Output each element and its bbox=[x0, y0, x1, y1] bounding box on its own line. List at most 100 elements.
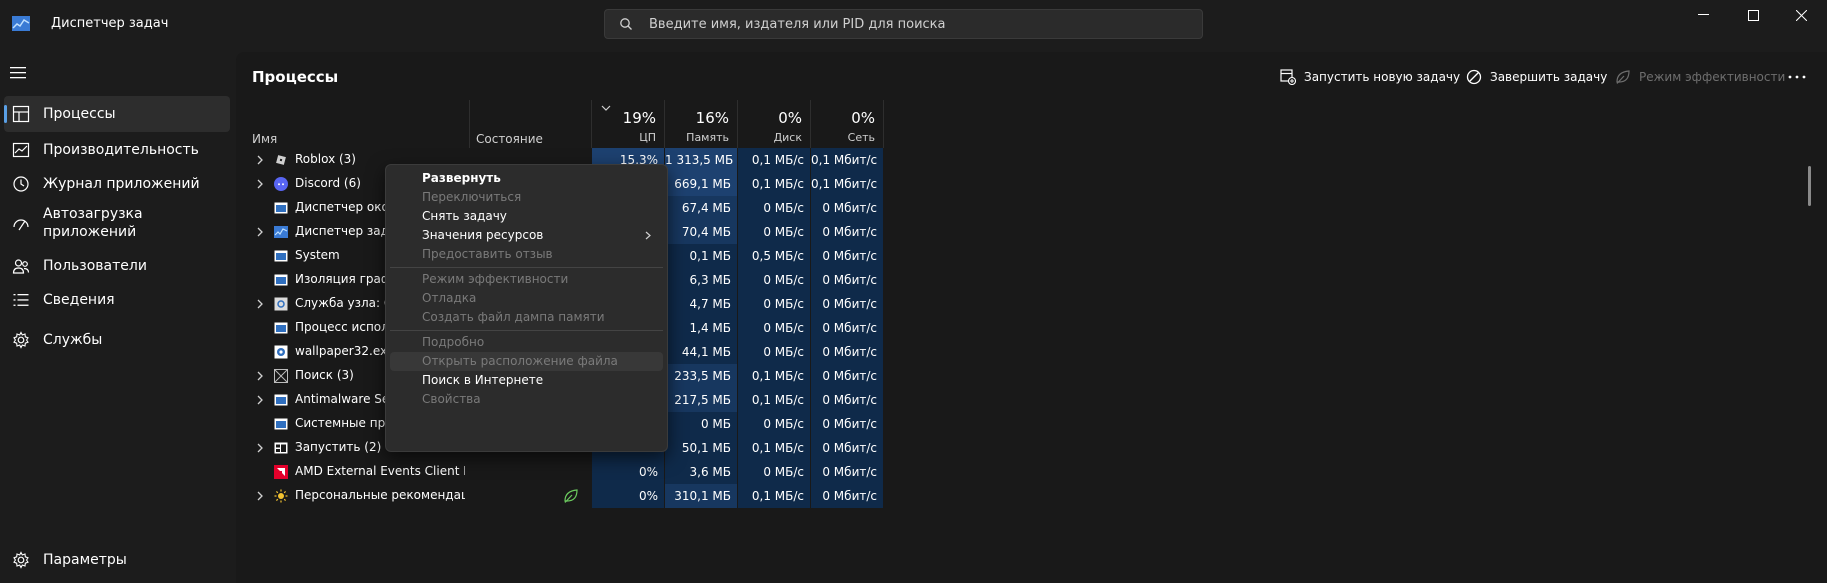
performance-icon bbox=[12, 142, 30, 158]
context-menu-item[interactable]: Открыть расположение файла bbox=[390, 352, 663, 371]
roblox-icon bbox=[276, 155, 286, 165]
search-input[interactable] bbox=[649, 15, 1189, 34]
vertical-scrollbar[interactable] bbox=[1808, 166, 1811, 206]
expand-chevron-icon[interactable] bbox=[256, 491, 264, 501]
context-menu-item-label: Снять задачу bbox=[422, 209, 507, 223]
hamburger-menu-icon[interactable] bbox=[10, 66, 28, 80]
amd-icon bbox=[274, 465, 288, 479]
recommendations-icon bbox=[274, 489, 288, 503]
column-header-memory[interactable]: 16% Память bbox=[665, 100, 737, 148]
context-menu-item[interactable]: Свойства bbox=[390, 390, 663, 409]
sidebar-item-startup[interactable]: Автозагрузка приложений bbox=[4, 202, 230, 246]
expand-chevron-icon[interactable] bbox=[256, 155, 264, 165]
run-new-task-button[interactable]: Запустить новую задачу bbox=[1280, 66, 1460, 88]
active-indicator bbox=[4, 105, 7, 123]
memory-cell: 67,4 МБ bbox=[665, 196, 737, 220]
minimize-icon bbox=[1697, 14, 1709, 15]
column-header-status[interactable]: Состояние bbox=[476, 132, 543, 146]
title-bar: Диспетчер задач bbox=[0, 0, 1827, 48]
end-task-button[interactable]: Завершить задачу bbox=[1466, 66, 1607, 88]
memory-cell: 233,5 МБ bbox=[665, 364, 737, 388]
context-menu-item[interactable]: Значения ресурсов bbox=[390, 226, 663, 245]
menu-separator bbox=[390, 330, 663, 331]
network-label: Сеть bbox=[847, 131, 875, 144]
context-menu: Развернуть Переключиться Снять задачу Значе… bbox=[385, 164, 668, 452]
expand-chevron-icon[interactable] bbox=[256, 371, 264, 381]
memory-cell: 4,7 МБ bbox=[665, 292, 737, 316]
memory-cell: 0 МБ bbox=[665, 412, 737, 436]
expand-chevron-icon[interactable] bbox=[256, 227, 264, 237]
context-menu-item[interactable]: Создать файл дампа памяти bbox=[390, 308, 663, 327]
context-menu-item[interactable]: Предоставить отзыв bbox=[390, 245, 663, 264]
column-header-disk[interactable]: 0% Диск bbox=[738, 100, 810, 148]
context-menu-item[interactable]: Режим эффективности bbox=[390, 270, 663, 289]
context-menu-item-label: Предоставить отзыв bbox=[422, 247, 553, 261]
context-menu-item-label: Развернуть bbox=[422, 171, 501, 185]
run-icon bbox=[274, 442, 288, 454]
context-menu-item-label: Значения ресурсов bbox=[422, 228, 544, 242]
cpu-percent: 19% bbox=[622, 109, 656, 127]
expand-chevron-icon[interactable] bbox=[256, 395, 264, 405]
maximize-button[interactable] bbox=[1730, 0, 1776, 30]
context-menu-item[interactable]: Поиск в Интернете bbox=[390, 371, 663, 390]
disk-cell: 0,1 МБ/с bbox=[738, 388, 810, 412]
window-icon bbox=[274, 322, 288, 334]
column-header-cpu[interactable]: 19% ЦП bbox=[592, 100, 664, 148]
disk-cell: 0,1 МБ/с bbox=[738, 148, 810, 172]
network-cell: 0 Мбит/с bbox=[811, 316, 883, 340]
sidebar-item-processes[interactable]: Процессы bbox=[4, 96, 230, 132]
memory-cell: 6,3 МБ bbox=[665, 268, 737, 292]
disk-cell: 0 МБ/с bbox=[738, 220, 810, 244]
network-cell: 0 Мбит/с bbox=[811, 484, 883, 508]
search-box[interactable] bbox=[604, 9, 1203, 39]
column-divider[interactable] bbox=[469, 100, 470, 148]
memory-cell: 1 313,5 МБ bbox=[665, 148, 737, 172]
window-icon bbox=[274, 202, 288, 214]
memory-cell: 0,1 МБ bbox=[665, 244, 737, 268]
minimize-button[interactable] bbox=[1680, 0, 1726, 30]
sidebar-item-app-history[interactable]: Журнал приложений bbox=[4, 166, 230, 202]
sidebar-item-services[interactable]: Службы bbox=[4, 322, 230, 358]
context-menu-item-label: Подробно bbox=[422, 335, 485, 349]
sidebar-item-details[interactable]: Сведения bbox=[4, 282, 230, 318]
network-cell: 0 Мбит/с bbox=[811, 412, 883, 436]
more-dots-icon bbox=[1788, 75, 1806, 79]
service-host-icon bbox=[274, 297, 288, 311]
disk-cell: 0,1 МБ/с bbox=[738, 172, 810, 196]
context-menu-item-label: Режим эффективности bbox=[422, 272, 569, 286]
context-menu-item[interactable]: Отладка bbox=[390, 289, 663, 308]
more-options-button[interactable] bbox=[1788, 66, 1814, 88]
table-row[interactable]: Персональные рекомендаци... 0%310,1 МБ0,1… bbox=[236, 484, 896, 508]
sidebar-item-users[interactable]: Пользователи bbox=[4, 248, 230, 284]
context-menu-item[interactable]: Подробно bbox=[390, 333, 663, 352]
end-task-label: Завершить задачу bbox=[1490, 70, 1608, 84]
sidebar-item-settings[interactable]: Параметры bbox=[4, 542, 230, 578]
close-button[interactable] bbox=[1778, 0, 1824, 30]
cpu-cell: 0% bbox=[592, 460, 664, 484]
expand-chevron-icon[interactable] bbox=[256, 443, 264, 453]
context-menu-item[interactable]: Переключиться bbox=[390, 188, 663, 207]
disk-cell: 0 МБ/с bbox=[738, 196, 810, 220]
expand-chevron-icon[interactable] bbox=[256, 179, 264, 189]
column-divider[interactable] bbox=[883, 100, 884, 148]
context-menu-item-label: Отладка bbox=[422, 291, 477, 305]
table-row[interactable]: AMD External Events Client M...0%3,6 МБ0… bbox=[236, 460, 896, 484]
efficiency-leaf-icon bbox=[564, 489, 578, 503]
context-menu-item[interactable]: Развернуть bbox=[390, 169, 663, 188]
app-title: Диспетчер задач bbox=[51, 16, 169, 31]
sidebar-item-performance[interactable]: Производительность bbox=[4, 132, 230, 168]
column-header-network[interactable]: 0% Сеть bbox=[811, 100, 883, 148]
network-cell: 0 Мбит/с bbox=[811, 460, 883, 484]
context-menu-item[interactable]: Снять задачу bbox=[390, 207, 663, 226]
memory-cell: 1,4 МБ bbox=[665, 316, 737, 340]
startup-icon bbox=[13, 219, 29, 231]
menu-separator bbox=[390, 267, 663, 268]
process-name: AMD External Events Client M... bbox=[295, 464, 465, 478]
network-cell: 0 Мбит/с bbox=[811, 196, 883, 220]
expand-chevron-icon[interactable] bbox=[256, 299, 264, 309]
disk-label: Диск bbox=[773, 131, 802, 144]
efficiency-mode-button[interactable]: Режим эффективности bbox=[1615, 66, 1785, 88]
column-header-name[interactable]: Имя bbox=[252, 132, 277, 146]
task-manager-icon bbox=[274, 226, 288, 238]
network-cell: 0 Мбит/с bbox=[811, 388, 883, 412]
